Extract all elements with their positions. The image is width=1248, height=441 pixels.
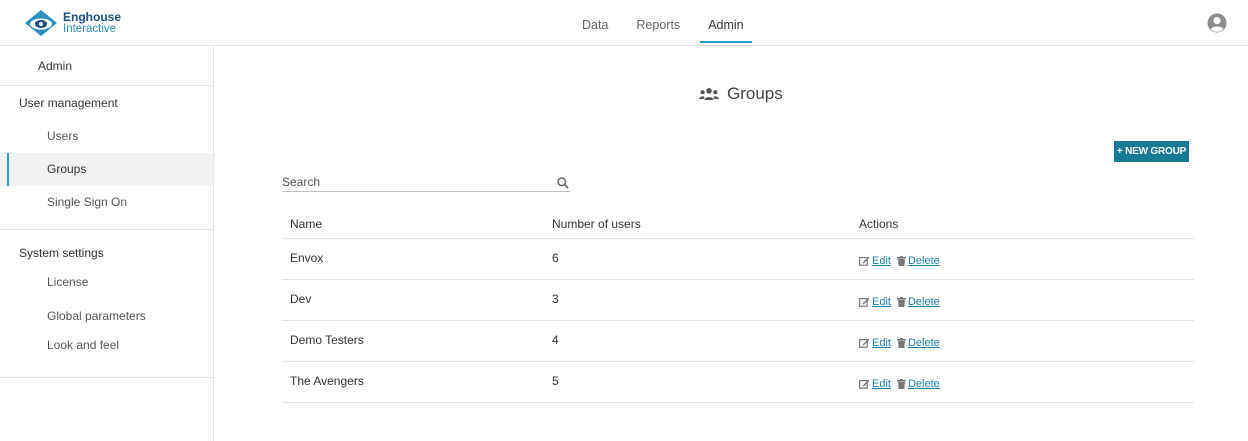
row-group-name: Dev xyxy=(290,292,312,306)
table-row: Demo Testers 4 Edit Delete xyxy=(282,321,1194,362)
header-number-of-users: Number of users xyxy=(552,217,641,231)
row-user-count: 3 xyxy=(552,292,559,306)
row-actions: Edit Delete xyxy=(859,255,946,267)
main-content: Groups + NEW GROUP Name Number of users … xyxy=(215,46,1248,441)
delete-label: Delete xyxy=(907,255,940,267)
logo-line-2: Interactive xyxy=(63,23,117,35)
trash-icon xyxy=(896,297,906,307)
search-box xyxy=(282,174,570,192)
edit-icon xyxy=(859,256,870,266)
tab-reports[interactable]: Reports xyxy=(622,0,694,46)
edit-icon xyxy=(859,338,870,348)
users-group-icon xyxy=(699,88,719,100)
sidebar-divider xyxy=(0,377,213,378)
delete-label: Delete xyxy=(907,378,940,390)
edit-icon xyxy=(859,297,870,307)
delete-label: Delete xyxy=(907,337,940,349)
table-body: Envox 6 Edit Delete Dev 3 Edit Delete De… xyxy=(282,239,1194,403)
trash-icon xyxy=(896,256,906,266)
row-user-count: 4 xyxy=(552,333,559,347)
trash-icon xyxy=(896,338,906,348)
table-row: The Avengers 5 Edit Delete xyxy=(282,362,1194,403)
trash-icon xyxy=(896,379,906,389)
tab-admin[interactable]: Admin xyxy=(694,0,757,46)
delete-label: Delete xyxy=(907,296,940,308)
sidebar: Admin User management Users Groups Singl… xyxy=(0,46,214,441)
logo-line-1: Enghouse xyxy=(63,10,122,24)
row-user-count: 6 xyxy=(552,251,559,265)
logo-text: Enghouse Interactive xyxy=(63,11,121,35)
sidebar-header: Admin xyxy=(0,46,213,86)
row-actions: Edit Delete xyxy=(859,337,946,349)
edit-label: Edit xyxy=(872,255,891,267)
row-group-name: The Avengers xyxy=(290,374,364,388)
sidebar-item-single-sign-on[interactable]: Single Sign On xyxy=(0,186,213,219)
row-actions: Edit Delete xyxy=(859,378,946,390)
edit-icon xyxy=(859,379,870,389)
header-actions: Actions xyxy=(859,217,899,231)
sidebar-section-system-settings: System settings xyxy=(19,246,104,260)
page-title: Groups xyxy=(699,84,783,104)
delete-link[interactable]: Delete xyxy=(896,337,940,349)
enghouse-logo-icon xyxy=(25,10,57,36)
delete-link[interactable]: Delete xyxy=(896,296,940,308)
delete-link[interactable]: Delete xyxy=(896,378,940,390)
header-name: Name xyxy=(290,217,323,231)
edit-label: Edit xyxy=(872,337,891,349)
sidebar-item-global-parameters[interactable]: Global parameters xyxy=(0,300,213,332)
edit-link[interactable]: Edit xyxy=(859,296,891,308)
edit-label: Edit xyxy=(872,296,891,308)
table-row: Envox 6 Edit Delete xyxy=(282,239,1194,280)
row-group-name: Demo Testers xyxy=(290,333,364,347)
sidebar-item-users[interactable]: Users xyxy=(0,120,213,153)
user-account-icon[interactable] xyxy=(1207,13,1227,33)
delete-link[interactable]: Delete xyxy=(896,255,940,267)
tab-data[interactable]: Data xyxy=(568,0,622,46)
logo[interactable]: Enghouse Interactive xyxy=(24,9,121,37)
groups-table: Name Number of users Actions Envox 6 Edi… xyxy=(282,209,1194,403)
edit-link[interactable]: Edit xyxy=(859,337,891,349)
sidebar-item-license[interactable]: License xyxy=(0,270,213,300)
row-group-name: Envox xyxy=(290,251,324,265)
new-group-button[interactable]: + NEW GROUP xyxy=(1114,141,1189,162)
table-row: Dev 3 Edit Delete xyxy=(282,280,1194,321)
main-nav: Data Reports Admin xyxy=(568,0,758,46)
edit-link[interactable]: Edit xyxy=(859,255,891,267)
edit-label: Edit xyxy=(872,378,891,390)
row-user-count: 5 xyxy=(552,374,559,388)
edit-link[interactable]: Edit xyxy=(859,378,891,390)
search-input[interactable] xyxy=(282,174,542,190)
sidebar-item-look-and-feel[interactable]: Look and feel xyxy=(0,332,213,360)
page-title-text: Groups xyxy=(727,84,783,103)
top-bar: Enghouse Interactive Data Reports Admin xyxy=(0,0,1248,46)
row-actions: Edit Delete xyxy=(859,296,946,308)
search-icon[interactable] xyxy=(556,176,570,190)
table-header-row: Name Number of users Actions xyxy=(282,209,1194,239)
sidebar-section-user-management: User management xyxy=(19,96,118,110)
sidebar-item-groups[interactable]: Groups xyxy=(0,153,213,186)
